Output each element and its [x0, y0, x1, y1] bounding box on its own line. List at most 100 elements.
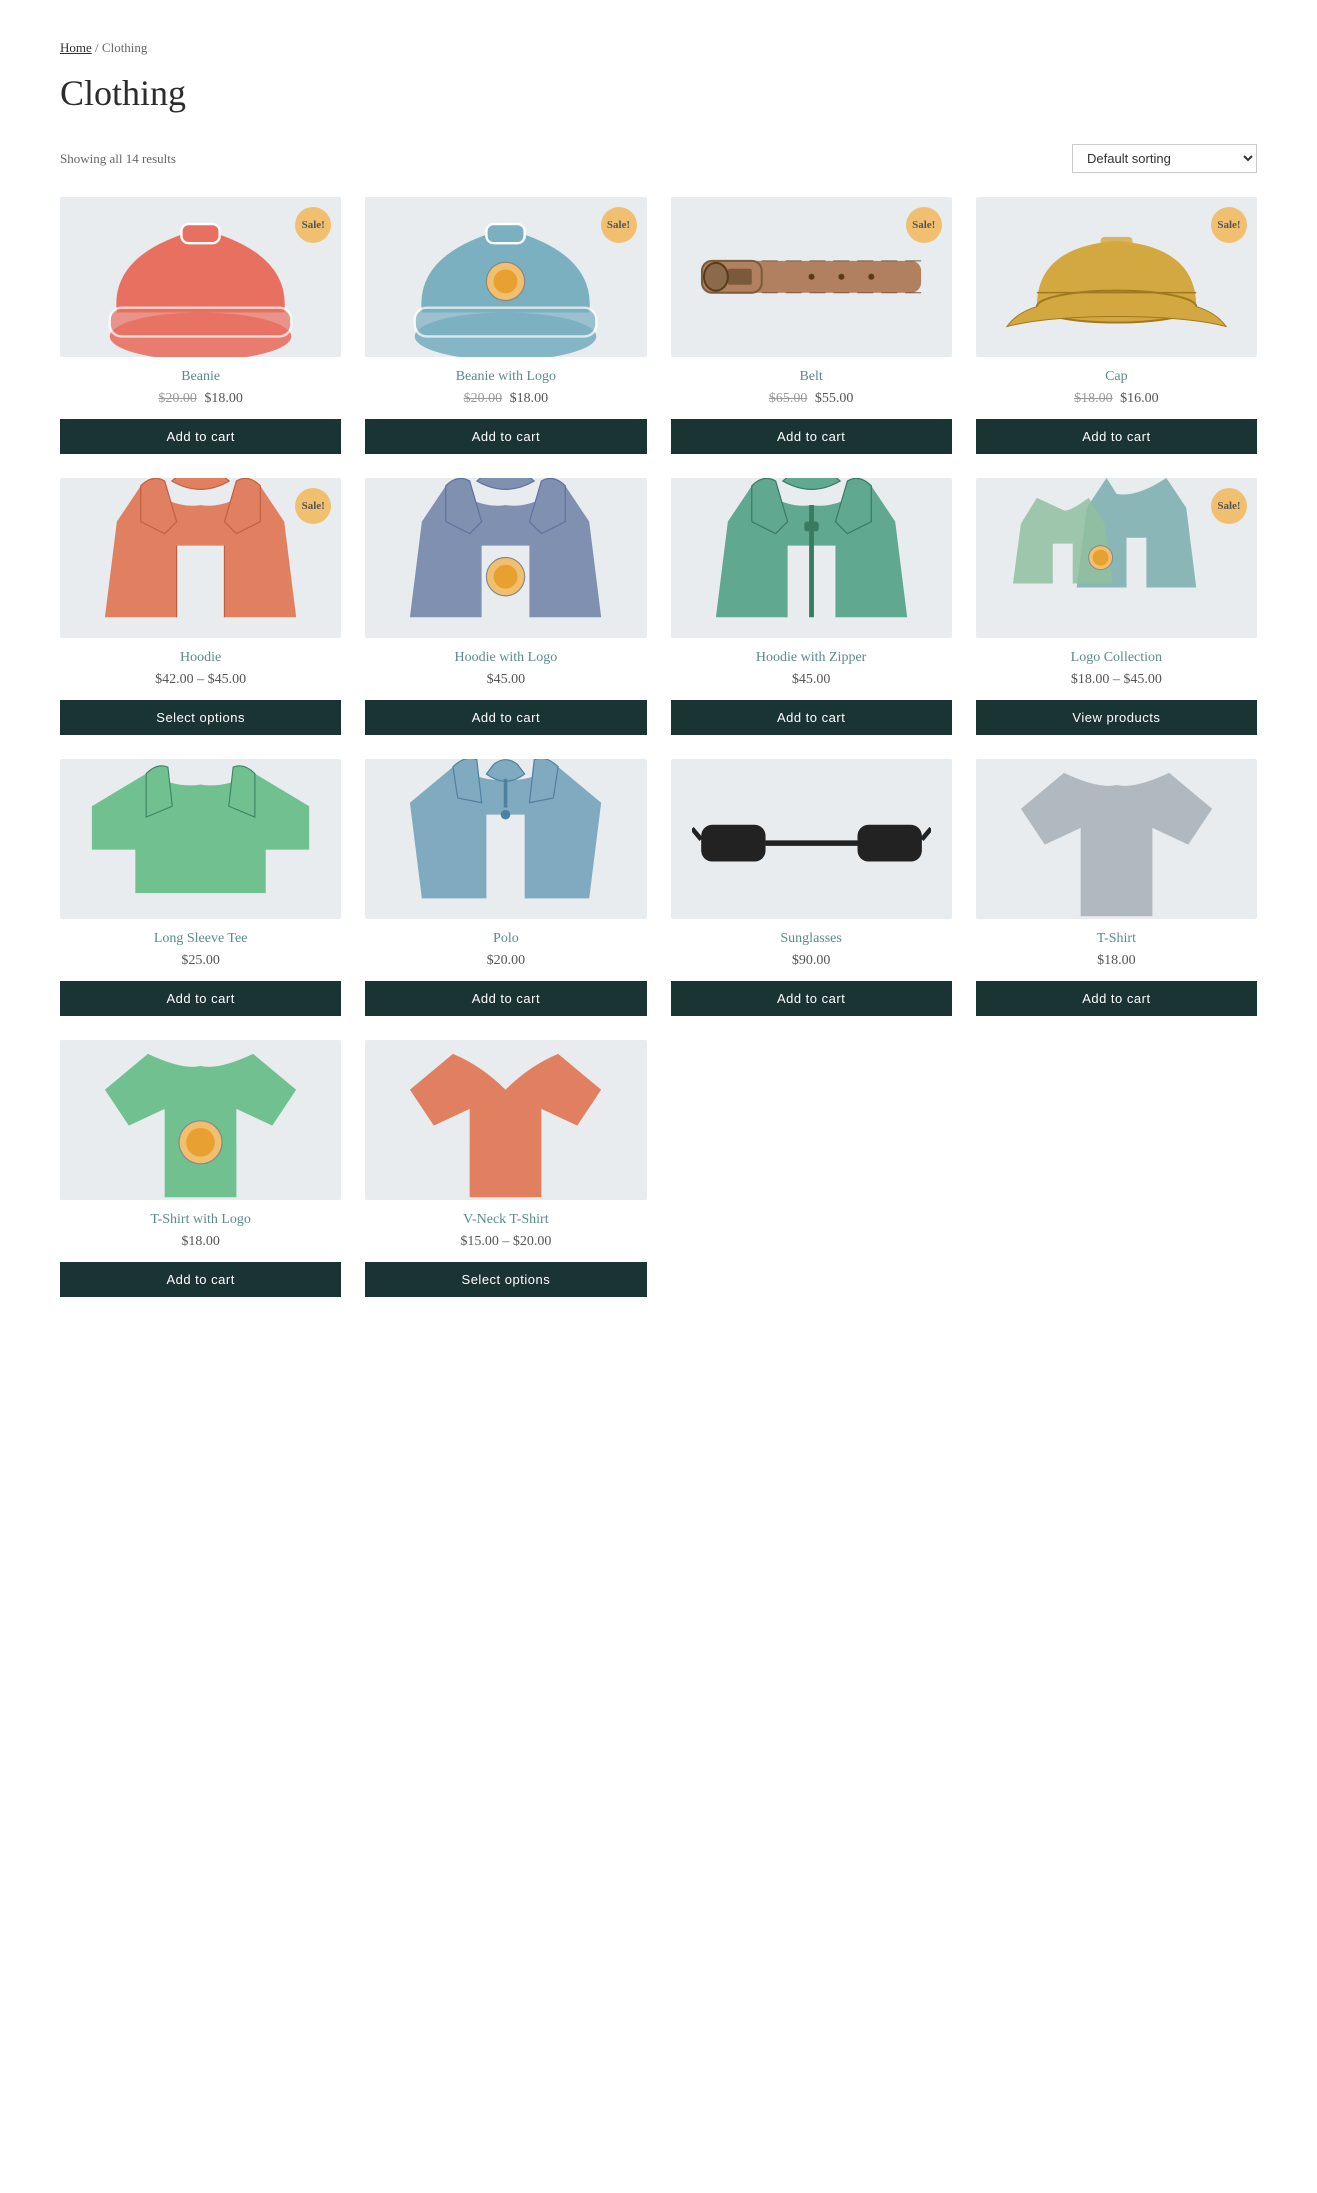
add-to-cart-button-logo-collection[interactable]: View products [976, 700, 1257, 735]
breadcrumb-home-link[interactable]: Home [60, 40, 92, 55]
product-image [81, 490, 320, 626]
breadcrumb-current: Clothing [102, 40, 148, 55]
add-to-cart-button-hoodie-with-logo[interactable]: Add to cart [365, 700, 646, 735]
breadcrumb-separator: / [95, 40, 99, 55]
original-price: $65.00 [769, 391, 808, 406]
product-name: Cap [1105, 369, 1128, 385]
product-card-cap: Sale! Cap $18.00 $16.00 Add to cart [976, 197, 1257, 454]
product-card-hoodie-with-zipper: Hoodie with Zipper $45.00 Add to cart [671, 478, 952, 735]
product-name: T-Shirt [1097, 931, 1136, 947]
product-card-polo: Polo $20.00 Add to cart [365, 759, 646, 1016]
add-to-cart-button-hoodie[interactable]: Select options [60, 700, 341, 735]
product-price: $20.00 [487, 953, 526, 969]
product-price: $20.00 $18.00 [158, 391, 243, 407]
product-price: $20.00 $18.00 [464, 391, 549, 407]
sort-select[interactable]: Default sortingSort by popularitySort by… [1072, 144, 1257, 173]
add-to-cart-button-polo[interactable]: Add to cart [365, 981, 646, 1016]
product-image [692, 490, 931, 626]
product-image [386, 490, 625, 626]
product-card-v-neck-t-shirt: V-Neck T-Shirt $15.00 – $20.00 Select op… [365, 1040, 646, 1297]
product-card-t-shirt-with-logo: T-Shirt with Logo $18.00 Add to cart [60, 1040, 341, 1297]
breadcrumb: Home / Clothing [60, 40, 1257, 56]
product-image-wrap: Sale! [365, 197, 646, 357]
product-price: $25.00 [181, 953, 220, 969]
product-image-wrap [976, 759, 1257, 919]
sale-badge: Sale! [601, 207, 637, 243]
product-image [692, 209, 931, 345]
product-image [386, 771, 625, 907]
product-name: Polo [493, 931, 519, 947]
product-image [997, 490, 1236, 626]
product-price: $65.00 $55.00 [769, 391, 854, 407]
add-to-cart-button-t-shirt-with-logo[interactable]: Add to cart [60, 1262, 341, 1297]
original-price: $20.00 [464, 391, 503, 406]
sale-badge: Sale! [295, 488, 331, 524]
product-name: Sunglasses [780, 931, 841, 947]
product-image-wrap [671, 478, 952, 638]
product-image-wrap: Sale! [60, 478, 341, 638]
product-image-wrap: Sale! [976, 197, 1257, 357]
product-name: V-Neck T-Shirt [463, 1212, 548, 1228]
results-count: Showing all 14 results [60, 151, 176, 167]
product-image [386, 209, 625, 345]
product-card-beanie-with-logo: Sale! Beanie with Logo $20.00 $18.00 Add… [365, 197, 646, 454]
product-price: $90.00 [792, 953, 831, 969]
page-title: Clothing [60, 72, 1257, 114]
product-name: Hoodie [180, 650, 221, 666]
product-price: $15.00 – $20.00 [460, 1234, 551, 1250]
product-image-wrap [365, 478, 646, 638]
product-image-wrap [365, 1040, 646, 1200]
product-image-wrap [365, 759, 646, 919]
original-price: $18.00 [1074, 391, 1113, 406]
product-name: Belt [799, 369, 822, 385]
product-image-wrap [671, 759, 952, 919]
product-name: Logo Collection [1071, 650, 1162, 666]
sale-badge: Sale! [1211, 207, 1247, 243]
product-price: $45.00 [792, 672, 831, 688]
add-to-cart-button-belt[interactable]: Add to cart [671, 419, 952, 454]
product-card-long-sleeve-tee: Long Sleeve Tee $25.00 Add to cart [60, 759, 341, 1016]
product-image [997, 771, 1236, 907]
add-to-cart-button-beanie[interactable]: Add to cart [60, 419, 341, 454]
product-name: T-Shirt with Logo [150, 1212, 251, 1228]
product-card-beanie: Sale! Beanie $20.00 $18.00 Add to cart [60, 197, 341, 454]
sale-badge: Sale! [906, 207, 942, 243]
product-image [81, 1052, 320, 1188]
add-to-cart-button-cap[interactable]: Add to cart [976, 419, 1257, 454]
product-image-wrap: Sale! [976, 478, 1257, 638]
sale-badge: Sale! [295, 207, 331, 243]
product-price: $45.00 [487, 672, 526, 688]
add-to-cart-button-hoodie-with-zipper[interactable]: Add to cart [671, 700, 952, 735]
product-card-t-shirt: T-Shirt $18.00 Add to cart [976, 759, 1257, 1016]
product-image [386, 1052, 625, 1188]
product-image [997, 209, 1236, 345]
product-name: Hoodie with Logo [455, 650, 558, 666]
product-price: $42.00 – $45.00 [155, 672, 246, 688]
product-price: $18.00 [181, 1234, 220, 1250]
product-card-belt: Sale! Belt $65.00 $55.00 Add to cart [671, 197, 952, 454]
product-image-wrap [60, 1040, 341, 1200]
toolbar: Showing all 14 results Default sortingSo… [60, 144, 1257, 173]
products-grid: Sale! Beanie $20.00 $18.00 Add to cart S… [60, 197, 1257, 1297]
product-image-wrap [60, 759, 341, 919]
product-card-logo-collection: Sale! Logo Collection $18.00 – $45.00 Vi… [976, 478, 1257, 735]
product-image-wrap: Sale! [671, 197, 952, 357]
product-image-wrap: Sale! [60, 197, 341, 357]
add-to-cart-button-t-shirt[interactable]: Add to cart [976, 981, 1257, 1016]
add-to-cart-button-sunglasses[interactable]: Add to cart [671, 981, 952, 1016]
product-image [81, 771, 320, 907]
product-price: $18.00 [1097, 953, 1136, 969]
product-name: Beanie with Logo [456, 369, 556, 385]
add-to-cart-button-v-neck-t-shirt[interactable]: Select options [365, 1262, 646, 1297]
product-card-sunglasses: Sunglasses $90.00 Add to cart [671, 759, 952, 1016]
product-card-hoodie-with-logo: Hoodie with Logo $45.00 Add to cart [365, 478, 646, 735]
product-price: $18.00 $16.00 [1074, 391, 1159, 407]
product-image [81, 209, 320, 345]
add-to-cart-button-long-sleeve-tee[interactable]: Add to cart [60, 981, 341, 1016]
sale-badge: Sale! [1211, 488, 1247, 524]
product-name: Beanie [181, 369, 220, 385]
original-price: $20.00 [158, 391, 197, 406]
product-name: Long Sleeve Tee [154, 931, 248, 947]
product-price: $18.00 – $45.00 [1071, 672, 1162, 688]
add-to-cart-button-beanie-with-logo[interactable]: Add to cart [365, 419, 646, 454]
